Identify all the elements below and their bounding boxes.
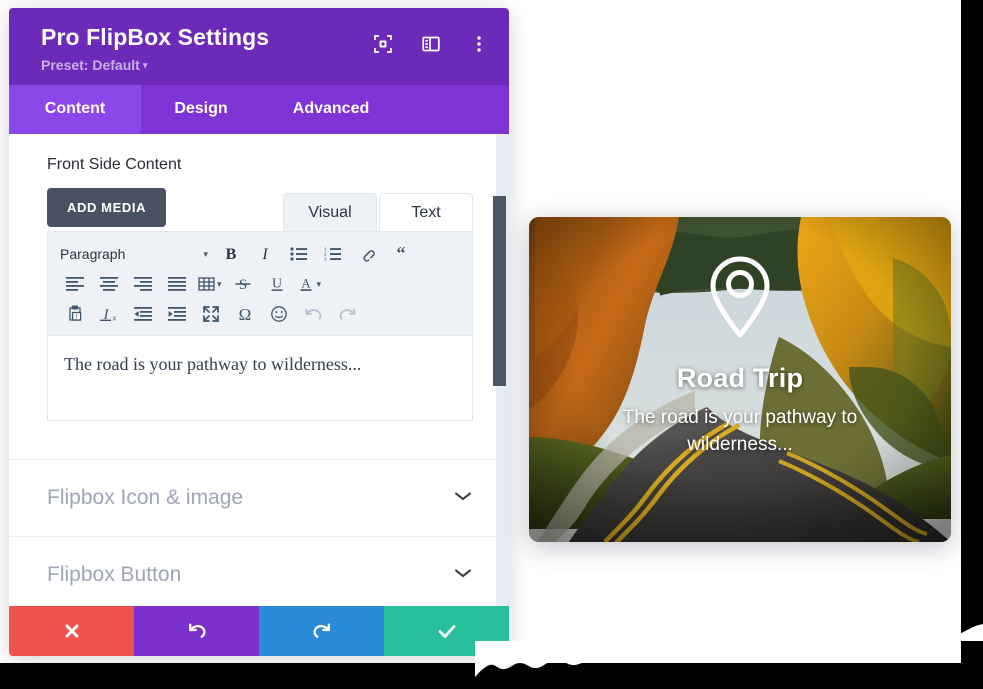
map-pin-icon bbox=[705, 255, 775, 339]
accordion-flipbox-button[interactable]: Flipbox Button bbox=[9, 536, 509, 606]
settings-accordion: Flipbox Icon & image Flipbox Button bbox=[9, 459, 509, 606]
outdent-icon[interactable] bbox=[126, 299, 160, 329]
chevron-down-icon: ▾ bbox=[217, 278, 222, 289]
editor-mode-tabs: Visual Text bbox=[9, 193, 509, 232]
preset-selector[interactable]: Preset: Default ▾ bbox=[41, 57, 487, 73]
editor-content-text: The road is your pathway to wilderness..… bbox=[64, 354, 362, 375]
panel-header: Pro FlipBox Settings Preset: Default ▾ bbox=[9, 8, 509, 86]
settings-scroll-area: Front Side Content ADD MEDIA Visual Text… bbox=[9, 134, 509, 606]
panel-action-bar bbox=[9, 606, 509, 656]
clear-formatting-icon[interactable]: I x bbox=[92, 299, 126, 329]
tab-visual[interactable]: Visual bbox=[283, 193, 377, 232]
chevron-down-icon bbox=[453, 490, 473, 506]
preview-description: The road is your pathway to wilderness..… bbox=[622, 407, 858, 455]
panel-scrollbar-thumb[interactable] bbox=[493, 196, 506, 387]
svg-text:3: 3 bbox=[324, 257, 327, 262]
strikethrough-icon[interactable]: S bbox=[226, 269, 260, 299]
table-icon[interactable]: ▾ bbox=[194, 269, 226, 299]
indent-icon[interactable] bbox=[160, 299, 194, 329]
editor-toolbar-row-3: T I x Ω bbox=[58, 299, 462, 329]
close-icon bbox=[62, 621, 82, 641]
redo-icon bbox=[311, 620, 333, 642]
editor-toolbar-row-2: ▾ S U A ▾ bbox=[58, 269, 462, 299]
front-side-content-label: Front Side Content bbox=[47, 156, 182, 174]
link-icon[interactable] bbox=[350, 239, 384, 269]
text-color-icon[interactable]: A ▾ bbox=[294, 269, 326, 299]
special-character-icon[interactable]: Ω bbox=[228, 299, 262, 329]
tab-advanced[interactable]: Advanced bbox=[261, 85, 401, 134]
italic-icon[interactable]: I bbox=[248, 239, 282, 269]
svg-text:S: S bbox=[238, 277, 246, 293]
align-center-icon[interactable] bbox=[92, 269, 126, 299]
flipbox-preview-card[interactable]: Road Trip The road is your pathway to wi… bbox=[529, 217, 951, 542]
layout-panel-icon[interactable] bbox=[421, 34, 441, 54]
redo-icon[interactable] bbox=[330, 299, 364, 329]
screen: Pro FlipBox Settings Preset: Default ▾ C… bbox=[0, 0, 983, 689]
svg-text:x: x bbox=[113, 316, 117, 323]
preview-overlay: Road Trip The road is your pathway to wi… bbox=[529, 217, 951, 542]
redo-button[interactable] bbox=[259, 606, 384, 656]
accordion-label: Flipbox Button bbox=[47, 563, 182, 587]
svg-text:U: U bbox=[271, 277, 281, 292]
focus-target-icon[interactable] bbox=[373, 34, 393, 54]
preview-title: Road Trip bbox=[676, 363, 804, 393]
pro-flipbox-settings-panel: Pro FlipBox Settings Preset: Default ▾ C… bbox=[9, 8, 509, 656]
panel-scrollbar-track[interactable] bbox=[493, 134, 509, 606]
cancel-button[interactable] bbox=[9, 606, 134, 656]
tab-content[interactable]: Content bbox=[9, 85, 141, 135]
chevron-down-icon: ▾ bbox=[203, 248, 208, 259]
paragraph-format-value: Paragraph bbox=[60, 246, 126, 263]
editor-toolbar: Paragraph ▾ B I 1 2 3 “ ▾ S U A ▾ T I x … bbox=[47, 231, 473, 336]
svg-text:“: “ bbox=[397, 246, 406, 262]
check-icon bbox=[436, 621, 458, 641]
svg-text:Ω: Ω bbox=[239, 305, 252, 323]
undo-icon[interactable] bbox=[296, 299, 330, 329]
svg-text:B: B bbox=[226, 246, 237, 263]
emoji-icon[interactable] bbox=[262, 299, 296, 329]
editor-content-area[interactable]: The road is your pathway to wilderness..… bbox=[47, 335, 473, 422]
tab-text[interactable]: Text bbox=[379, 193, 473, 232]
blockquote-icon[interactable]: “ bbox=[384, 239, 418, 269]
numbered-list-icon[interactable]: 1 2 3 bbox=[316, 239, 350, 269]
bold-icon[interactable]: B bbox=[214, 239, 248, 269]
align-left-icon[interactable] bbox=[58, 269, 92, 299]
panel-body: Front Side Content ADD MEDIA Visual Text… bbox=[9, 134, 509, 606]
editor-toolbar-row-1: Paragraph ▾ B I 1 2 3 “ bbox=[58, 239, 462, 269]
wysiwyg-editor: Visual Text Paragraph ▾ B I 1 2 3 “ ▾ S … bbox=[9, 193, 509, 422]
paste-as-text-icon[interactable]: T bbox=[58, 299, 92, 329]
bottom-black-band bbox=[0, 663, 983, 689]
chevron-down-icon bbox=[453, 567, 473, 583]
svg-text:A: A bbox=[301, 276, 311, 291]
svg-text:I: I bbox=[261, 246, 268, 263]
preset-label: Preset: Default bbox=[41, 57, 140, 74]
bullet-list-icon[interactable] bbox=[282, 239, 316, 269]
align-justify-icon[interactable] bbox=[160, 269, 194, 299]
more-vertical-icon[interactable] bbox=[469, 34, 489, 54]
align-right-icon[interactable] bbox=[126, 269, 160, 299]
svg-text:T: T bbox=[75, 315, 79, 321]
undo-button[interactable] bbox=[134, 606, 259, 656]
underline-icon[interactable]: U bbox=[260, 269, 294, 299]
chevron-down-icon: ▾ bbox=[316, 278, 322, 289]
tab-design[interactable]: Design bbox=[141, 85, 261, 134]
paragraph-format-select[interactable]: Paragraph ▾ bbox=[58, 241, 214, 267]
panel-tabs: Content Design Advanced bbox=[9, 85, 509, 135]
accordion-label: Flipbox Icon & image bbox=[47, 486, 244, 510]
save-button[interactable] bbox=[384, 606, 509, 656]
right-black-band bbox=[961, 0, 983, 689]
fullscreen-icon[interactable] bbox=[194, 299, 228, 329]
accordion-flipbox-icon-image[interactable]: Flipbox Icon & image bbox=[9, 459, 509, 536]
chevron-down-icon: ▾ bbox=[142, 60, 148, 71]
undo-icon bbox=[186, 620, 208, 642]
header-icon-group bbox=[373, 34, 489, 54]
